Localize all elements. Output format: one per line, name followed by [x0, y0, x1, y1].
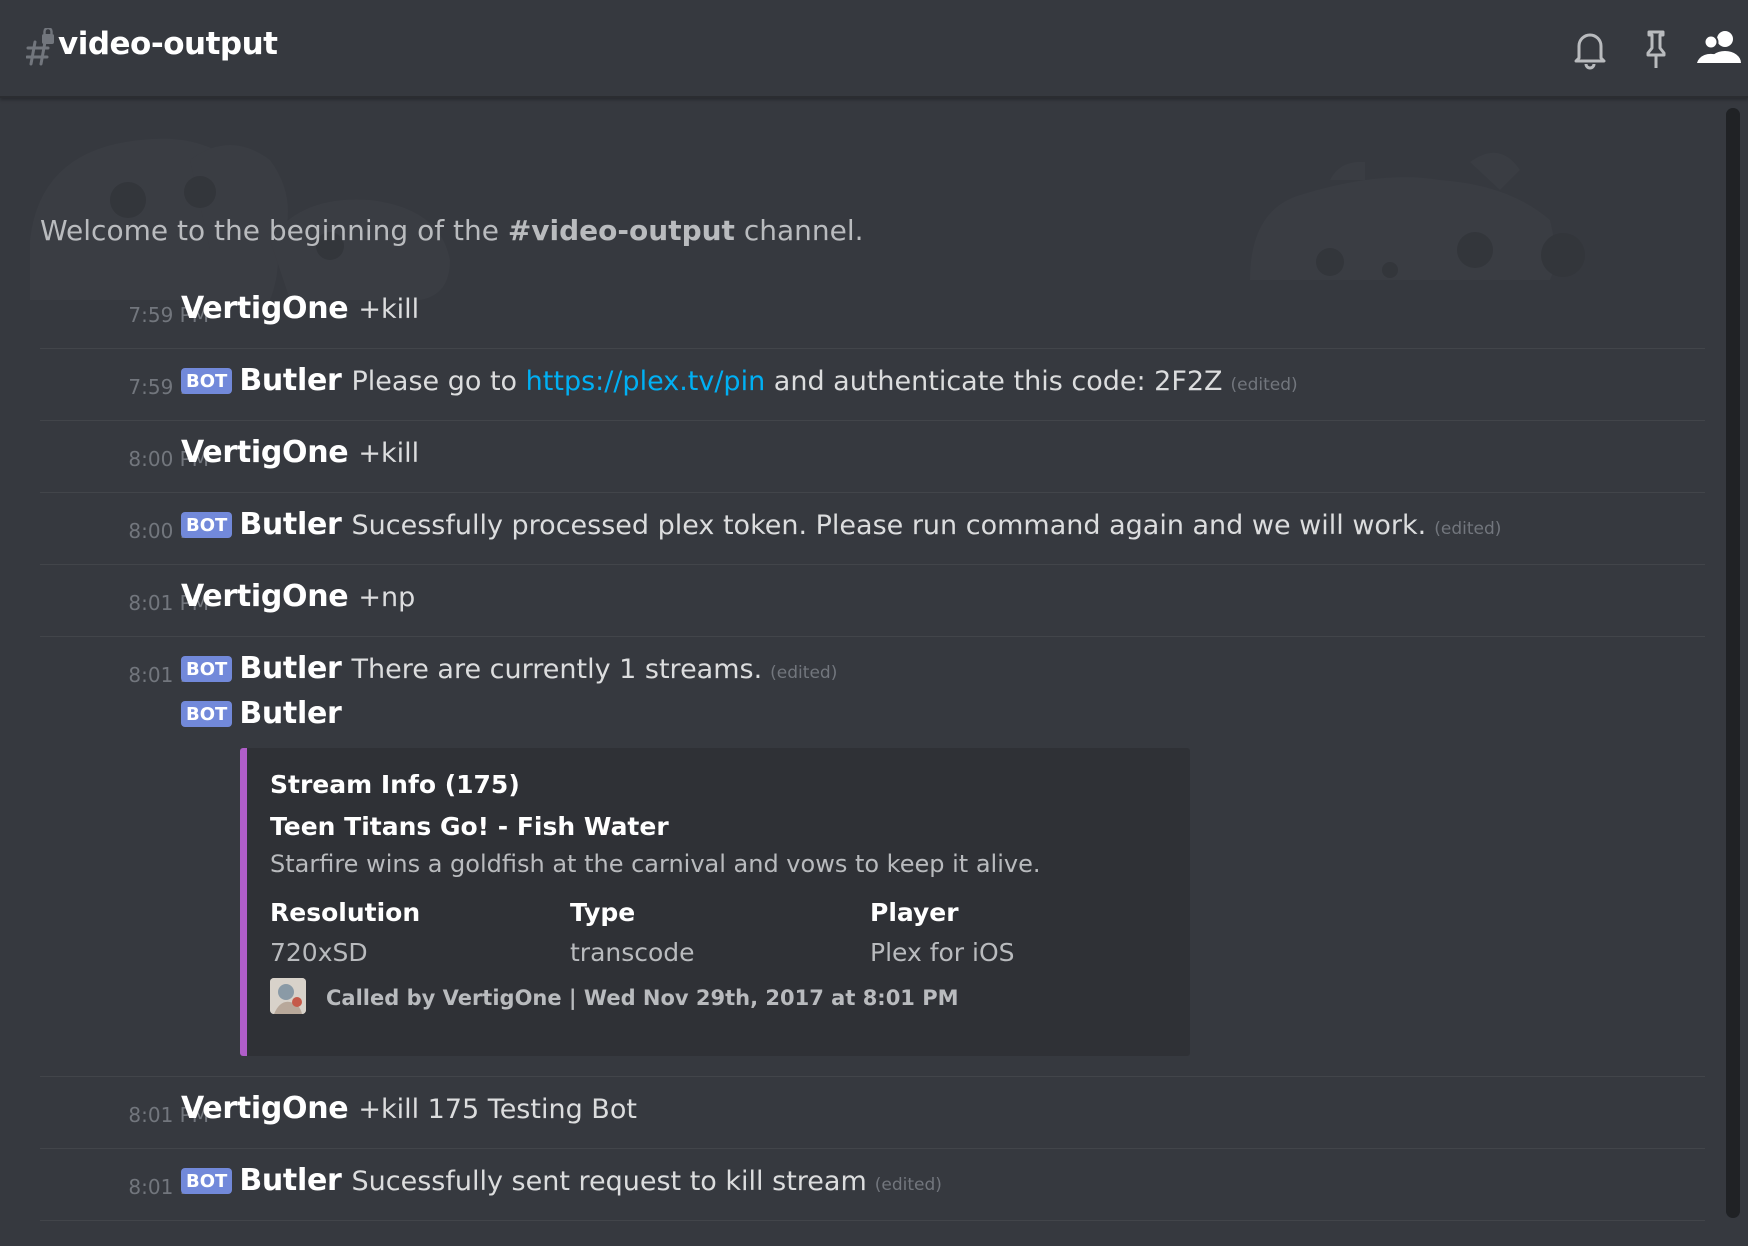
welcome-suffix: channel. — [734, 214, 864, 247]
locked-hash-icon — [26, 28, 54, 66]
message-author[interactable]: VertigOne — [181, 435, 349, 470]
notification-bell-button[interactable] — [1567, 26, 1613, 72]
message-content: Please go to https://plex.tv/pin and aut… — [352, 366, 1223, 397]
message-item: 8:01 PM VertigOne +kill 175 Testing Bot — [40, 1076, 1705, 1149]
welcome-prefix: Welcome to the beginning of the — [40, 214, 508, 247]
embed-description: Starfire wins a goldfish at the carnival… — [270, 850, 1041, 878]
chat-window: video-output Welcome to the beginning of… — [0, 0, 1748, 1246]
channel-title: video-output — [58, 26, 278, 62]
pinned-messages-button[interactable] — [1633, 26, 1679, 72]
embed-field-value: 720xSD — [270, 938, 368, 967]
embed-field-name: Player — [870, 898, 959, 927]
message-content: +kill — [358, 438, 420, 469]
message-content: +np — [358, 582, 416, 613]
message-author[interactable]: VertigOne — [181, 579, 349, 614]
embed-field-value: Plex for iOS — [870, 938, 1015, 967]
message-item: 8:01 PM VertigOne +np — [40, 564, 1705, 637]
channel-welcome-text: Welcome to the beginning of the #video-o… — [40, 214, 864, 247]
stream-info-embed: Stream Info (175) Teen Titans Go! - Fish… — [240, 748, 1190, 1056]
bot-tag: BOT — [181, 1168, 233, 1194]
bot-tag: BOT — [181, 656, 233, 682]
message-text: and authenticate this code: 2F2Z — [765, 366, 1223, 397]
message-content: Sucessfully processed plex token. Please… — [351, 510, 1427, 541]
embed-title: Stream Info (175) — [270, 770, 520, 799]
message-author[interactable]: Butler — [239, 651, 342, 686]
message-item: 7:59 PM BOT Butler Please go to https://… — [40, 348, 1705, 421]
bot-tag: BOT — [181, 701, 233, 727]
message-item: 8:01 PM BOT Butler Sucessfully sent requ… — [40, 1148, 1705, 1221]
message-author[interactable]: Butler — [239, 507, 342, 542]
scrollbar-thumb[interactable] — [1726, 108, 1740, 1218]
embed-footer: Called by VertigOne | Wed Nov 29th, 2017… — [326, 986, 959, 1010]
message-text: Please go to — [351, 366, 526, 397]
embed-subtitle: Teen Titans Go! - Fish Water — [270, 812, 669, 841]
edited-marker: (edited) — [1230, 375, 1298, 395]
avatar-image — [270, 978, 306, 1014]
edited-marker: (edited) — [770, 663, 838, 683]
message-item: 7:59 PM VertigOne +kill — [40, 276, 1705, 349]
message-author[interactable]: VertigOne — [181, 1091, 349, 1126]
message-author[interactable]: Butler — [239, 696, 342, 731]
bot-tag: BOT — [181, 512, 233, 538]
edited-marker: (edited) — [1434, 519, 1502, 539]
bot-tag: BOT — [181, 368, 233, 394]
message-author[interactable]: Butler — [239, 1163, 342, 1198]
member-list-button[interactable] — [1695, 26, 1747, 72]
message-content: Sucessfully sent request to kill stream — [351, 1166, 867, 1197]
message-item: 8:00 PM VertigOne +kill — [40, 420, 1705, 493]
plex-pin-link[interactable]: https://plex.tv/pin — [526, 366, 766, 397]
message-content: +kill 175 Testing Bot — [358, 1094, 637, 1125]
message-content: There are currently 1 streams. — [351, 654, 763, 685]
pin-icon — [1646, 30, 1666, 68]
embed-field-value: transcode — [570, 938, 695, 967]
channel-background-art — [30, 138, 1585, 300]
message-item: 8:00 PM BOT Butler Sucessfully processed… — [40, 492, 1705, 565]
footer-avatar — [270, 978, 306, 1014]
message-author[interactable]: Butler — [239, 363, 342, 398]
message-author[interactable]: VertigOne — [181, 291, 349, 326]
members-icon — [1697, 31, 1741, 63]
embed-field-name: Resolution — [270, 898, 421, 927]
bell-icon — [1574, 33, 1606, 70]
edited-marker: (edited) — [874, 1175, 942, 1195]
embed-field-name: Type — [570, 898, 636, 927]
channel-header: video-output — [0, 0, 1748, 98]
welcome-channel-name: #video-output — [507, 214, 735, 247]
message-content: +kill — [358, 294, 420, 325]
